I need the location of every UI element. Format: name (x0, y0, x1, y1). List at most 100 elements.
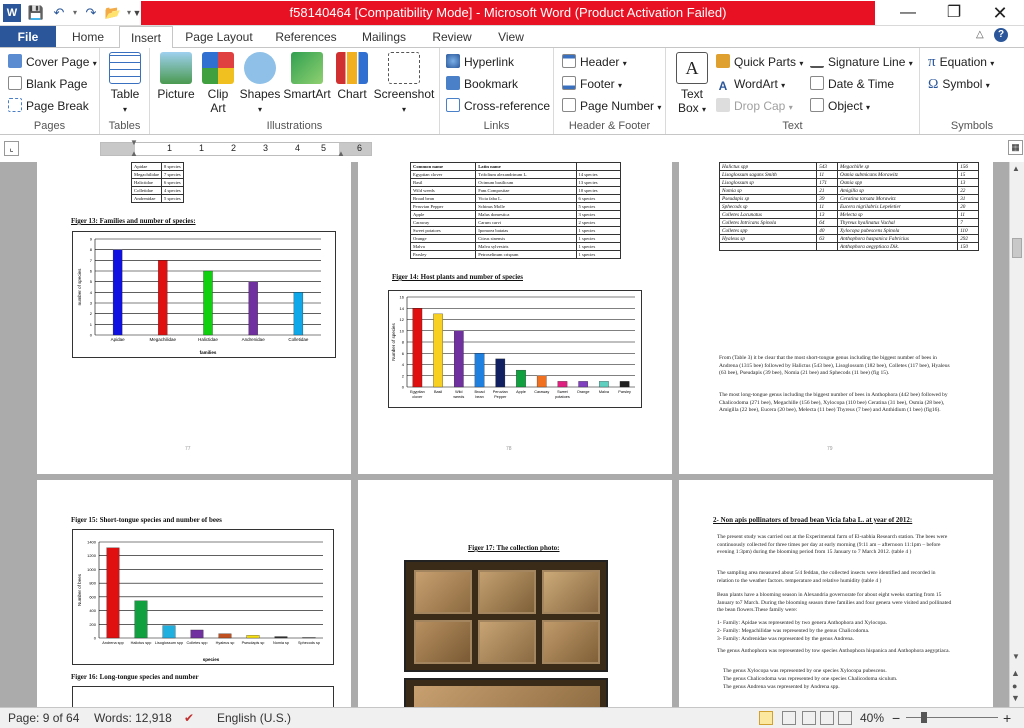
figure-15-chart[interactable]: 0 200 400 600 800 1000 1200 1400 Andrena spp Hali… (72, 529, 334, 665)
date-time-button[interactable]: Date & Time (810, 74, 894, 94)
y-tick-label: 0 (90, 333, 93, 338)
first-line-indent-handle[interactable]: ▼ (130, 138, 138, 147)
tab-mailings[interactable]: Mailings (352, 26, 416, 48)
specimen-box (414, 570, 472, 614)
smartart-button[interactable]: SmartArt (282, 52, 332, 101)
signature-line-button[interactable]: Signature Line ▾ (810, 52, 913, 72)
document-page-77[interactable]: Apidae 8 species Megachilidae 7 species Hali… (37, 162, 351, 474)
bar-1 (134, 600, 148, 639)
wordart-button[interactable]: A WordArt ▾ (716, 74, 785, 94)
object-button[interactable]: Object ▾ (810, 96, 870, 116)
save-icon[interactable]: 💾 (27, 4, 45, 22)
equation-button[interactable]: π Equation ▾ (928, 52, 994, 72)
y-tick-label: 200 (89, 622, 96, 627)
vertical-scrollbar[interactable]: ▲ ▼ ▲ ● ▼ (1009, 162, 1024, 707)
section-heading: 2- Non apis pollinators of broad bean Vi… (713, 516, 913, 524)
x-tick-label: Wild (455, 390, 462, 394)
table-cell: 10 species (575, 186, 622, 195)
zoom-slider-thumb[interactable] (921, 712, 927, 723)
next-page-icon[interactable]: ▼ (1011, 693, 1020, 703)
view-ruler-icon[interactable]: ▦ (1008, 140, 1023, 155)
cover-page-button[interactable]: Cover Page ▾ (8, 52, 97, 72)
clip-art-button[interactable]: Clip Art (200, 52, 236, 115)
table-cell: 8 species (161, 162, 184, 171)
left-indent-handle[interactable]: ▲ (130, 149, 138, 158)
x-tick-label: Broad (474, 390, 484, 394)
tab-review[interactable]: Review (424, 26, 480, 48)
language[interactable]: English (U.S.) (217, 708, 291, 728)
tab-view[interactable]: View (488, 26, 534, 48)
word-count[interactable]: Words: 12,918 (94, 708, 172, 728)
figure-14-chart[interactable]: 0 2 4 6 8 10 12 14 16 Egyptian clover Basil Wild weed… (388, 290, 642, 408)
restore-button[interactable]: ❐ (931, 0, 977, 26)
minimize-button[interactable]: — (885, 0, 931, 26)
page-number-icon (562, 98, 576, 112)
tab-selector-icon[interactable]: ⌞ (4, 141, 19, 156)
draft-view-icon[interactable] (838, 711, 852, 725)
picture-button[interactable]: Picture (156, 52, 196, 101)
redo-icon[interactable]: ↷ (82, 4, 100, 22)
outline-view-icon[interactable] (820, 711, 834, 725)
figure-13-chart[interactable]: 0 1 2 3 4 5 6 7 8 9 Apidae Megachilidae Halictidae An… (72, 231, 336, 358)
table-cell: 13 (816, 210, 839, 219)
blank-page-button[interactable]: Blank Page (8, 74, 87, 94)
y-tick-label: 2 (402, 373, 405, 378)
header-button[interactable]: Header ▾ (562, 52, 627, 72)
hyperlink-button[interactable]: Hyperlink (446, 52, 514, 72)
page-count[interactable]: Page: 9 of 64 (8, 708, 79, 728)
close-button[interactable]: ✕ (977, 0, 1023, 26)
document-page-78[interactable]: Common name Latin name Egyptian clover Trif… (358, 162, 672, 474)
document-workspace[interactable]: Apidae 8 species Megachilidae 7 species Hali… (0, 162, 1009, 707)
document-page-80[interactable]: Figer 15: Short-tongue species and numbe… (37, 480, 351, 707)
zoom-out-icon[interactable]: − (892, 708, 900, 728)
help-icon[interactable]: ? (994, 28, 1008, 42)
table-button[interactable]: Table ▾ (107, 52, 143, 117)
tab-page-layout[interactable]: Page Layout (180, 26, 258, 48)
tab-home[interactable]: Home (62, 26, 114, 48)
quick-parts-button[interactable]: Quick Parts ▾ (716, 52, 803, 72)
page-break-button[interactable]: Page Break (8, 96, 89, 116)
text-box-button[interactable]: A Text Box ▾ (672, 52, 712, 117)
horizontal-ruler[interactable]: 1 1 2 3 4 5 6 ▼ ▲ ▲ (100, 138, 372, 158)
bookmark-button[interactable]: Bookmark (446, 74, 518, 94)
zoom-in-icon[interactable]: + (1003, 708, 1011, 728)
chart-button[interactable]: Chart (334, 52, 370, 101)
tab-references[interactable]: References (268, 26, 344, 48)
zoom-level[interactable]: 40% (860, 708, 884, 728)
zoom-slider[interactable] (906, 717, 998, 718)
cross-reference-button[interactable]: Cross-reference (446, 96, 550, 116)
right-indent-handle[interactable]: ▲ (337, 149, 345, 158)
previous-page-icon[interactable]: ▲ (1011, 668, 1020, 678)
print-layout-view-icon[interactable] (759, 711, 773, 725)
scrollbar-thumb[interactable] (1012, 238, 1022, 258)
document-page-79[interactable]: Halictus spp 543 Megachille sp 156 Lisogloss… (679, 162, 993, 474)
specimen-box (542, 570, 600, 614)
status-bar: Page: 9 of 64 Words: 12,918 ✔ English (U… (0, 707, 1024, 728)
scroll-up-icon[interactable]: ▲ (1012, 164, 1020, 173)
select-browse-object-icon[interactable]: ● (1012, 681, 1017, 691)
file-tab[interactable]: File (0, 26, 56, 48)
x-axis-label: families (200, 350, 217, 355)
collection-photo[interactable] (404, 560, 608, 672)
shapes-button[interactable]: Shapes ▾ (238, 52, 282, 117)
document-page-82[interactable]: 2- Non apis pollinators of broad bean Vi… (679, 480, 993, 707)
footer-button[interactable]: Footer ▾ (562, 74, 622, 94)
table-cell: Osmia submicans Morawitz (837, 170, 959, 179)
collection-photo-2[interactable] (404, 678, 608, 707)
screenshot-button[interactable]: Screenshot ▾ (372, 52, 436, 117)
proofing-icon[interactable]: ✔ (184, 708, 194, 728)
page-number-button[interactable]: Page Number ▾ (562, 96, 661, 116)
minimize-ribbon-icon[interactable]: △ (976, 29, 984, 40)
table-row: Broad bean Vicia faba L. 6 species (409, 194, 622, 203)
document-page-81[interactable]: Figer 17: The collection photo: (358, 480, 672, 707)
tab-insert[interactable]: Insert (119, 26, 173, 48)
table-cell: 11 (816, 202, 839, 211)
word-app-icon[interactable]: W (3, 4, 21, 22)
group-label-illustrations: Illustrations (266, 120, 323, 132)
figure-16-chart[interactable] (72, 686, 334, 707)
scroll-down-icon[interactable]: ▼ (1012, 652, 1020, 661)
full-screen-reading-view-icon[interactable] (782, 711, 796, 725)
web-layout-view-icon[interactable] (802, 711, 816, 725)
symbol-button[interactable]: Ω Symbol ▾ (928, 74, 990, 94)
drop-cap-button[interactable]: Drop Cap ▾ (716, 96, 793, 116)
